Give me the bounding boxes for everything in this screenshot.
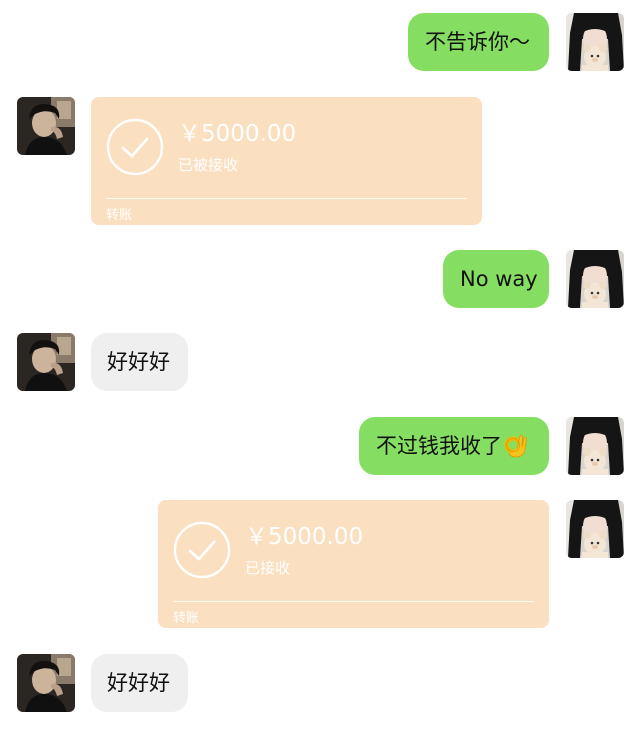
transfer-amount: ￥5000.00 xyxy=(178,121,297,147)
check-circle-icon xyxy=(173,521,231,579)
outgoing-message-bubble[interactable]: 不告诉你～ xyxy=(408,13,549,71)
self-avatar[interactable] xyxy=(566,250,624,308)
self-avatar[interactable] xyxy=(566,500,624,558)
message-text: 好好好 xyxy=(107,350,170,374)
check-circle-icon xyxy=(106,118,164,176)
transfer-card[interactable]: ￥5000.00 已被接收 转账 xyxy=(91,97,482,225)
contact-avatar[interactable] xyxy=(17,333,75,391)
girl-with-bear-avatar-icon xyxy=(566,13,624,71)
outgoing-message-bubble[interactable]: No way xyxy=(443,250,549,308)
transfer-divider xyxy=(173,601,534,602)
ok-hand-emoji-icon xyxy=(504,434,527,458)
transfer-amount: ￥5000.00 xyxy=(245,524,364,550)
dark-portrait-avatar-icon xyxy=(17,333,75,391)
dark-portrait-avatar-icon xyxy=(17,654,75,712)
transfer-label: 转账 xyxy=(106,208,133,223)
girl-with-bear-avatar-icon xyxy=(566,417,624,475)
contact-avatar[interactable] xyxy=(17,97,75,155)
message-text: 好好好 xyxy=(107,671,170,695)
transfer-label: 转账 xyxy=(173,611,200,626)
message-text: 不过钱我收了 xyxy=(376,434,502,458)
transfer-status: 已被接收 xyxy=(178,156,239,174)
transfer-card[interactable]: ￥5000.00 已接收 转账 xyxy=(158,500,549,628)
girl-with-bear-avatar-icon xyxy=(566,500,624,558)
incoming-message-bubble[interactable]: 好好好 xyxy=(91,654,188,712)
contact-avatar[interactable] xyxy=(17,654,75,712)
self-avatar[interactable] xyxy=(566,13,624,71)
incoming-message-bubble[interactable]: 好好好 xyxy=(91,333,188,391)
self-avatar[interactable] xyxy=(566,417,624,475)
message-text: No way xyxy=(460,267,538,291)
transfer-status: 已接收 xyxy=(245,559,291,577)
dark-portrait-avatar-icon xyxy=(17,97,75,155)
message-text: 不告诉你～ xyxy=(425,30,530,54)
outgoing-message-bubble[interactable]: 不过钱我收了 xyxy=(359,417,549,475)
girl-with-bear-avatar-icon xyxy=(566,250,624,308)
transfer-divider xyxy=(106,198,467,199)
